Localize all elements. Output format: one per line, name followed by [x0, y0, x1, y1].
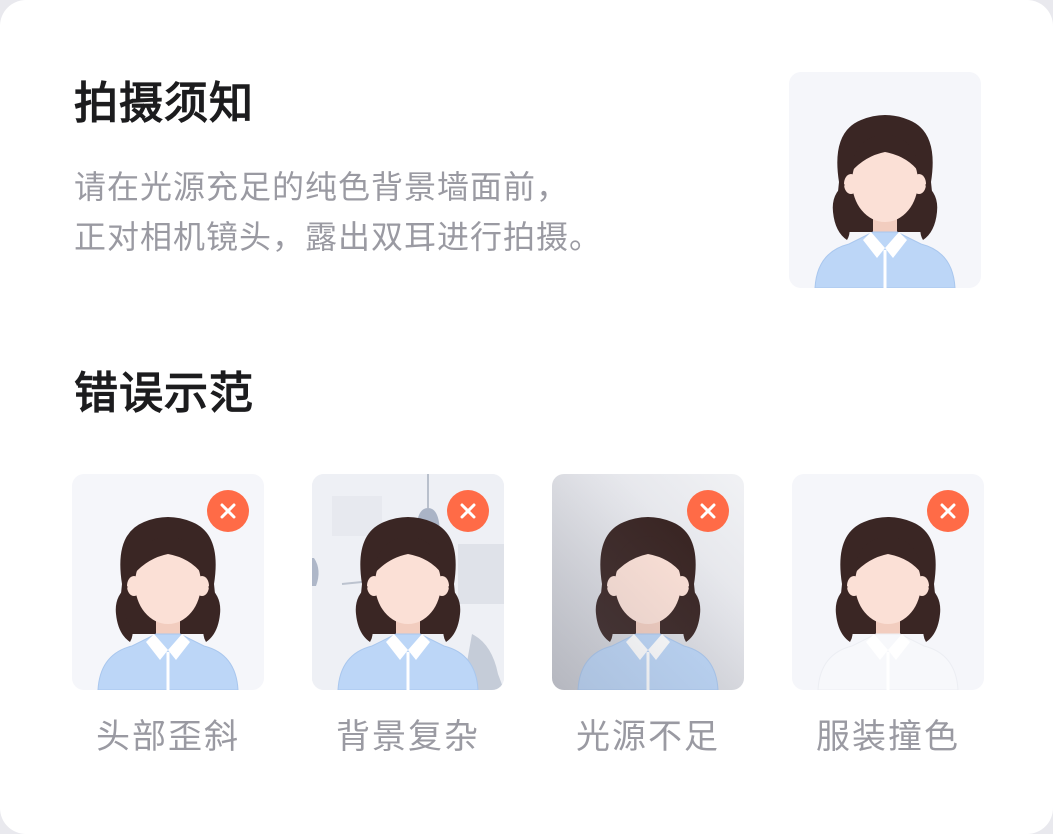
error-label: 服装撞色 [816, 717, 960, 757]
error-example-complex-background: 背景复杂 [312, 474, 504, 760]
correct-sample-image [789, 72, 981, 288]
error-example-head-tilted: 头部歪斜 [72, 474, 264, 760]
error-sample-image [312, 474, 504, 690]
photo-guide-card: 拍摄须知 请在光源充足的纯色背景墙面前， 正对相机镜头，露出双耳进行拍摄。 错误… [0, 0, 1053, 834]
error-sample-image [792, 474, 984, 690]
instructions-description: 请在光源充足的纯色背景墙面前， 正对相机镜头，露出双耳进行拍摄。 [74, 162, 602, 262]
instructions-title: 拍摄须知 [74, 78, 254, 129]
error-label: 头部歪斜 [96, 717, 240, 757]
close-icon [207, 490, 249, 532]
error-example-clothing-clash: 服装撞色 [792, 474, 984, 760]
instructions-line-2: 正对相机镜头，露出双耳进行拍摄。 [74, 218, 603, 256]
error-label: 光源不足 [576, 717, 720, 757]
error-example-insufficient-light: 光源不足 [552, 474, 744, 760]
close-icon [687, 490, 729, 532]
errors-title: 错误示范 [74, 368, 254, 419]
error-label: 背景复杂 [336, 717, 480, 757]
error-sample-image [552, 474, 744, 690]
close-icon [927, 490, 969, 532]
close-icon [447, 490, 489, 532]
error-sample-image [72, 474, 264, 690]
instructions-line-1: 请在光源充足的纯色背景墙面前， [74, 168, 570, 206]
person-avatar-illustration [814, 115, 956, 288]
